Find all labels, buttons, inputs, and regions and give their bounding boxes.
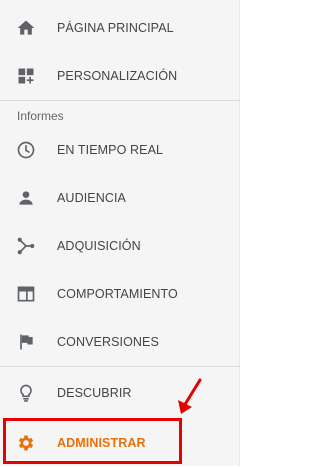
nav-item-behavior[interactable]: COMPORTAMIENTO <box>0 270 240 318</box>
dashboard-plus-icon <box>16 66 36 86</box>
sidebar-nav: PÁGINA PRINCIPAL PERSONALIZACIÓN Informe… <box>0 0 240 466</box>
lightbulb-icon <box>16 383 36 403</box>
nav-item-label: CONVERSIONES <box>57 335 159 349</box>
nav-item-audience[interactable]: AUDIENCIA <box>0 174 240 222</box>
nav-item-label: EN TIEMPO REAL <box>57 143 164 157</box>
nav-item-admin[interactable]: ADMINISTRAR <box>0 419 240 467</box>
nav-item-acquisition[interactable]: ADQUISICIÓN <box>0 222 240 270</box>
nav-item-label: ADQUISICIÓN <box>57 239 141 253</box>
nav-item-label: COMPORTAMIENTO <box>57 287 178 301</box>
nav-item-label: DESCUBRIR <box>57 386 132 400</box>
nav-item-label: PERSONALIZACIÓN <box>57 69 178 83</box>
nav-item-realtime[interactable]: EN TIEMPO REAL <box>0 126 240 174</box>
divider <box>0 100 240 101</box>
nav-item-label: AUDIENCIA <box>57 191 126 205</box>
section-title-reports: Informes <box>17 109 64 123</box>
flag-icon <box>16 332 36 352</box>
nav-item-home[interactable]: PÁGINA PRINCIPAL <box>0 4 240 52</box>
acquisition-icon <box>16 236 36 256</box>
nav-item-discover[interactable]: DESCUBRIR <box>0 369 240 417</box>
home-icon <box>16 18 36 38</box>
clock-icon <box>16 140 36 160</box>
divider <box>0 366 240 367</box>
nav-item-customization[interactable]: PERSONALIZACIÓN <box>0 52 240 100</box>
nav-item-label: PÁGINA PRINCIPAL <box>57 21 174 35</box>
gear-icon <box>16 433 36 453</box>
nav-item-conversions[interactable]: CONVERSIONES <box>0 318 240 366</box>
person-icon <box>16 188 36 208</box>
behavior-window-icon <box>16 284 36 304</box>
nav-item-label: ADMINISTRAR <box>57 436 146 450</box>
